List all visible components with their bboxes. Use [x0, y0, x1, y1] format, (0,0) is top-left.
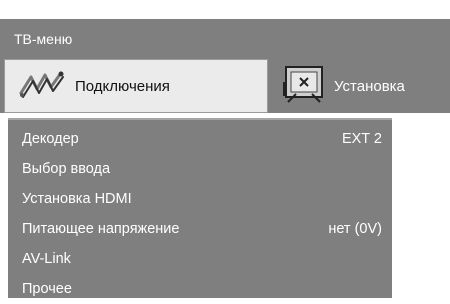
menu-title: ТВ-меню — [14, 31, 73, 47]
menu-list: Декодер EXT 2 Выбор ввода Установка HDMI… — [8, 118, 392, 298]
menu-item-label: Выбор ввода — [22, 161, 111, 177]
menu-title-bar: ТВ-меню — [0, 19, 450, 59]
menu-item-value: EXT 2 — [341, 131, 382, 147]
menu-item-hdmi-setup[interactable]: Установка HDMI — [8, 184, 392, 214]
tab-connections[interactable]: Подключения — [4, 59, 268, 113]
menu-item-label: Прочее — [22, 281, 72, 297]
tab-setup-label: Установка — [334, 77, 405, 95]
menu-item-label: AV-Link — [22, 251, 71, 267]
menu-item-label: Декодер — [22, 131, 79, 147]
menu-item-input-select[interactable]: Выбор ввода — [8, 154, 392, 184]
menu-item-value: нет (0V) — [328, 221, 382, 237]
menu-item-label: Установка HDMI — [22, 191, 132, 207]
connections-icon — [17, 67, 65, 106]
menu-item-supply-voltage[interactable]: Питающее напряжение нет (0V) — [8, 214, 392, 244]
menu-item-other[interactable]: Прочее — [8, 274, 392, 304]
tab-connections-label: Подключения — [75, 77, 170, 95]
tab-setup[interactable]: Установка — [270, 59, 450, 113]
setup-icon — [282, 64, 326, 109]
tab-bar: Подключения Установка — [0, 59, 450, 113]
menu-item-av-link[interactable]: AV-Link — [8, 244, 392, 274]
menu-item-decoder[interactable]: Декодер EXT 2 — [8, 124, 392, 154]
menu-item-label: Питающее напряжение — [22, 221, 180, 237]
